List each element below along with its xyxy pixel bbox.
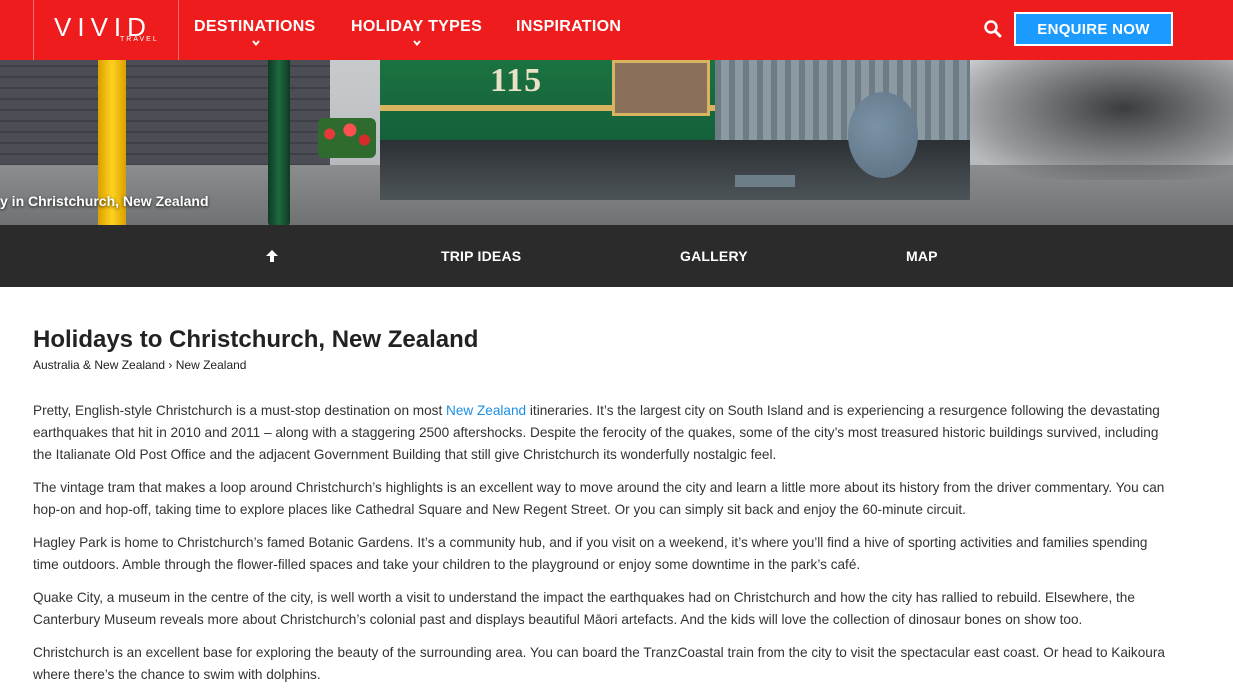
page-title: Holidays to Christchurch, New Zealand — [33, 326, 479, 353]
search-icon[interactable] — [983, 19, 1003, 39]
vivid-travel-logo[interactable]: VIVID TRAVEL — [33, 0, 179, 60]
tram-disc — [848, 92, 918, 178]
paragraph-text: Pretty, English-style Christchurch is a … — [33, 403, 447, 418]
tram-step — [735, 175, 795, 187]
section-navigation-bar: TRIP IDEAS GALLERY MAP — [0, 225, 1233, 287]
paragraph-hagley-park: Hagley Park is home to Christchurch’s fa… — [33, 535, 1148, 572]
logo-subtext: TRAVEL — [120, 36, 159, 43]
lamp-post — [268, 55, 290, 226]
tree-shadow — [960, 60, 1233, 180]
article-body: Pretty, English-style Christchurch is a … — [33, 400, 1168, 697]
arrow-up-icon[interactable] — [265, 249, 279, 263]
paragraph-tram: The vintage tram that makes a loop aroun… — [33, 480, 1165, 517]
nav-inspiration[interactable]: INSPIRATION — [516, 18, 621, 36]
hero-caption: y in Christchurch, New Zealand — [0, 193, 209, 209]
flower-basket — [318, 118, 376, 158]
breadcrumb-separator: › — [168, 358, 173, 372]
chevron-down-icon[interactable] — [251, 38, 261, 48]
tram-window — [612, 60, 710, 116]
paragraph-intro: Pretty, English-style Christchurch is a … — [33, 400, 1168, 466]
breadcrumb: Australia & New Zealand › New Zealand — [33, 358, 246, 372]
paragraph-surroundings: Christchurch is an excellent base for ex… — [33, 645, 1165, 682]
tab-trip-ideas[interactable]: TRIP IDEAS — [441, 248, 521, 264]
top-navigation-bar: VIVID TRAVEL DESTINATIONS HOLIDAY TYPES … — [0, 0, 1233, 60]
tab-map[interactable]: MAP — [906, 248, 938, 264]
breadcrumb-australia-new-zealand[interactable]: Australia & New Zealand — [33, 358, 165, 372]
new-zealand-link[interactable]: New Zealand — [446, 403, 526, 418]
paragraph-quake-city: Quake City, a museum in the centre of th… — [33, 590, 1135, 627]
breadcrumb-new-zealand[interactable]: New Zealand — [176, 358, 247, 372]
tab-gallery[interactable]: GALLERY — [680, 248, 748, 264]
tram-number: 115 — [490, 62, 543, 99]
chevron-down-icon[interactable] — [412, 38, 422, 48]
nav-destinations[interactable]: DESTINATIONS — [194, 18, 316, 36]
enquire-now-button[interactable]: ENQUIRE NOW — [1014, 12, 1173, 46]
nav-holiday-types[interactable]: HOLIDAY TYPES — [351, 18, 482, 36]
